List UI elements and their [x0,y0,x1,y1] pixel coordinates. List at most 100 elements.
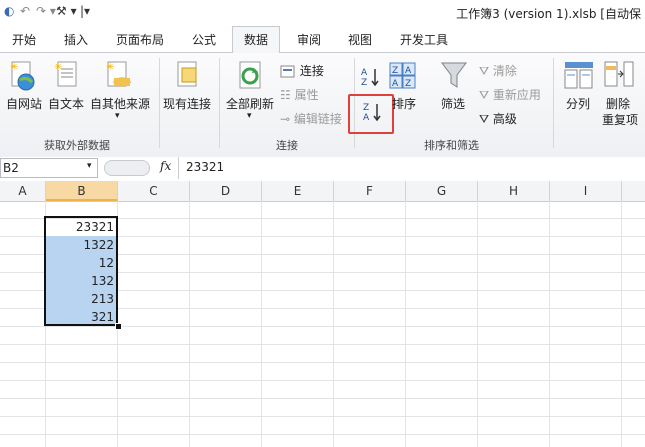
existing-connections-button[interactable] [174,60,204,94]
other-sources-icon: ✳ [106,61,131,87]
grid-line [261,201,262,447]
chevron-down-icon[interactable]: ▾ [87,161,92,171]
text-source-icon: ✳ [54,61,77,87]
filter-button[interactable] [440,60,468,93]
filter-label: 筛选 [441,97,466,111]
reapply-button[interactable]: ⛛ 重新应用 [479,86,541,103]
column-header-g[interactable]: G [406,181,478,201]
grid-line [0,398,645,399]
filter-funnel-icon [441,62,467,88]
save-icon[interactable]: ◐ [4,4,14,18]
column-header-i[interactable]: I [550,181,622,201]
column-header-b[interactable]: B [46,181,118,201]
reapply-label: 重新应用 [492,88,541,102]
tab-data[interactable]: 数据 [244,31,268,48]
remove-duplicates-label-line1: 删除 [606,97,631,111]
refresh-all-label: 全部刷新 [226,97,275,111]
sort-ascending-icon: A Z [361,68,379,88]
advanced-button[interactable]: ⛛ 高级 [479,110,517,127]
from-text-label: 自文本 [48,97,85,111]
column-header-h[interactable]: H [478,181,550,201]
ribbon-tabs [0,26,645,53]
clear-button[interactable]: ⛛ 清除 [479,62,517,79]
connections-button[interactable]: 连接 [280,62,324,79]
svg-text:✳: ✳ [10,62,18,73]
from-text-button[interactable]: ✳ [52,60,82,94]
column-header-d[interactable]: D [190,181,262,201]
clear-label: 清除 [492,64,517,78]
svg-text:A: A [405,66,412,76]
advanced-label: 高级 [492,112,517,126]
properties-label: 属性 [294,88,319,102]
link-icon: ⊸ [280,112,291,126]
column-header-f[interactable]: F [334,181,406,201]
from-web-label: 自网站 [6,97,43,111]
formula-input[interactable]: 23321 [186,160,224,174]
redo-icon[interactable]: ↷ ▾ [36,4,56,18]
window-title: 工作簿3 (version 1).xlsb [自动保 [456,7,641,21]
text-to-columns-label: 分列 [566,97,591,111]
tab-insert[interactable]: 插入 [64,31,88,48]
clear-filter-icon: ⛛ [479,64,490,78]
undo-icon[interactable]: ↶ [20,4,30,18]
web-source-icon: ✳ [10,61,35,91]
remove-duplicates-label-line2: 重复项 [602,113,639,127]
sort-dialog-icon: Z A A Z [389,62,416,89]
name-box[interactable]: B2 ▾ [0,158,98,178]
formula-bar: B2 ▾ fx 23321 [0,157,645,182]
column-header-c[interactable]: C [118,181,190,201]
remove-duplicates-button[interactable] [604,60,634,93]
sort-asc-top-letter: A [361,68,368,78]
grid-line [0,362,645,363]
formula-bar-divider [178,157,179,179]
sort-z-to-a-highlight-box [348,94,394,134]
tab-developer[interactable]: 开发工具 [400,31,448,48]
grid-line [0,434,645,435]
fill-handle[interactable] [115,323,122,330]
grid-line [405,201,406,447]
grid-line [0,326,645,327]
tab-home[interactable]: 开始 [12,31,36,48]
tab-page-layout[interactable]: 页面布局 [116,31,164,48]
sort-button[interactable]: Z A A Z [389,62,417,93]
from-other-sources-button[interactable]: ✳ [104,60,134,94]
existing-connections-icon [177,61,197,87]
svg-text:Z: Z [405,79,411,89]
properties-icon: ☷ [280,88,291,102]
svg-text:Z: Z [392,66,398,76]
grid-line [477,201,478,447]
edit-links-label: 编辑链接 [293,112,342,126]
group-label-sort-filter: 排序和筛选 [424,139,479,152]
existing-connections-label: 现有连接 [163,97,212,111]
svg-text:✳: ✳ [106,62,114,73]
chevron-down-icon: ▾ [115,111,120,121]
tab-formulas[interactable]: 公式 [192,31,216,48]
customize-quick-access-icon[interactable]: |▾ [80,4,90,18]
text-to-columns-button[interactable] [564,60,594,93]
advanced-filter-icon: ⛛ [479,112,490,126]
group-label-connections: 连接 [276,139,298,152]
tab-review[interactable]: 审阅 [297,31,321,48]
properties-button[interactable]: ☷ 属性 [280,86,319,103]
edit-links-button[interactable]: ⊸ 编辑链接 [280,110,342,127]
group-separator [159,58,160,148]
sort-label: 排序 [392,97,417,111]
refresh-icon [239,61,261,89]
column-header-a[interactable]: A [0,181,46,201]
column-header-e[interactable]: E [262,181,334,201]
title-bar: ◐ ↶ ↷ ▾ ⚒ ▾ |▾ 工作簿3 (version 1).xlsb [自动… [0,0,645,26]
formula-bar-resize-handle[interactable] [104,160,150,176]
svg-text:✳: ✳ [54,62,62,73]
group-separator [553,58,554,148]
refresh-all-button[interactable] [236,60,266,94]
insert-function-icon[interactable]: fx [160,159,171,173]
connections-icon [280,65,295,77]
tools-icon[interactable]: ⚒ ▾ [56,4,77,18]
tab-view[interactable]: 视图 [348,31,372,48]
sort-a-to-z-button[interactable]: A Z [360,66,382,91]
svg-text:A: A [392,79,399,89]
from-web-button[interactable]: ✳ [8,60,38,94]
from-other-sources-label: 自其他来源 [90,97,151,111]
grid-line [0,416,645,417]
grid-line [0,344,645,345]
